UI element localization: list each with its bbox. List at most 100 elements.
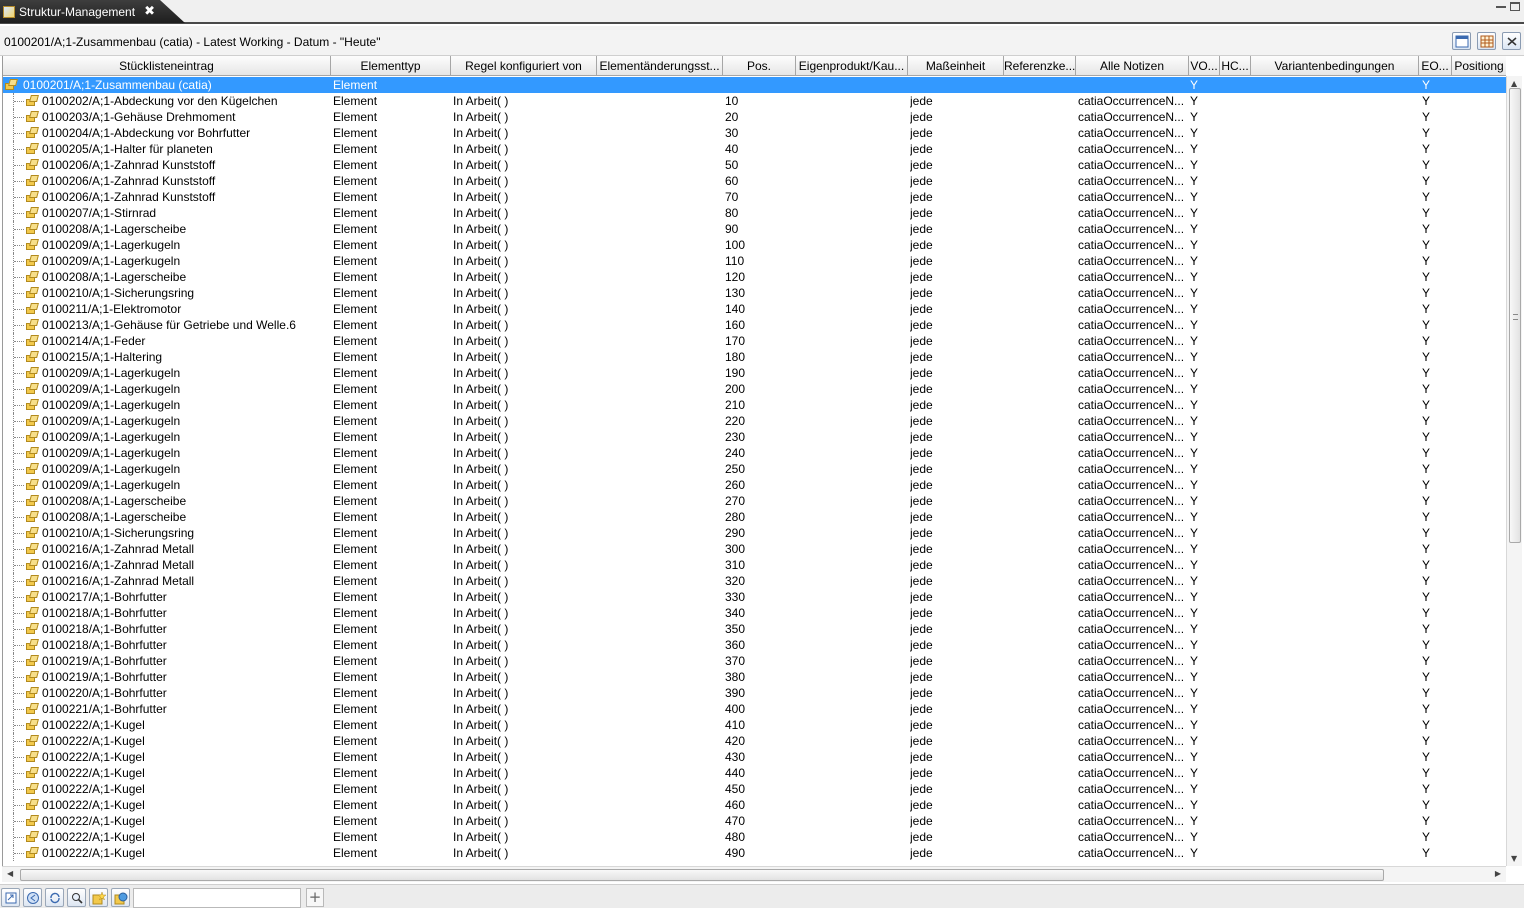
table-row[interactable]: 0100208/A;1-Lagerscheibe Element In Arbeit… — [3, 493, 1506, 509]
table-row[interactable]: 0100209/A;1-Lagerkugeln Element In Arbeit(… — [3, 397, 1506, 413]
search-input[interactable] — [133, 888, 301, 908]
scroll-right-icon[interactable]: ▶ — [1495, 869, 1501, 878]
table-row[interactable]: 0100222/A;1-Kugel Element In Arbeit( ) 440 j… — [3, 765, 1506, 781]
globe-button[interactable] — [111, 888, 130, 907]
scroll-down-icon[interactable]: ▼ — [1511, 854, 1517, 863]
column-header-notes[interactable]: Alle Notizen — [1076, 56, 1189, 76]
column-header-entry[interactable]: Stücklisteneintrag — [3, 56, 331, 76]
table-row[interactable]: 0100222/A;1-Kugel Element In Arbeit( ) 490 j… — [3, 845, 1506, 861]
column-header-variant[interactable]: Variantenbedingungen — [1251, 56, 1419, 76]
close-icon[interactable]: ✖ — [144, 4, 155, 19]
table-row[interactable]: 0100211/A;1-Elektromotor Element In Arbeit… — [3, 301, 1506, 317]
horizontal-scroll-thumb[interactable] — [20, 869, 1384, 881]
table-row[interactable]: 0100209/A;1-Lagerkugeln Element In Arbeit(… — [3, 477, 1506, 493]
table-row[interactable]: 0100220/A;1-Bohrfutter Element In Arbeit( … — [3, 685, 1506, 701]
column-header-unit[interactable]: Maßeinheit — [908, 56, 1004, 76]
table-row[interactable]: 0100216/A;1-Zahnrad Metall Element In Arbe… — [3, 557, 1506, 573]
vertical-scrollbar[interactable]: ▲ ▼ — [1506, 76, 1522, 866]
table-row[interactable]: 0100222/A;1-Kugel Element In Arbeit( ) 410 j… — [3, 717, 1506, 733]
table-row[interactable]: 0100209/A;1-Lagerkugeln Element In Arbeit(… — [3, 445, 1506, 461]
column-header-rule[interactable]: Regel konfiguriert von — [451, 56, 597, 76]
column-header-pos[interactable]: Pos. — [723, 56, 796, 76]
column-header-type[interactable]: Elementtyp — [331, 56, 451, 76]
maximize-button[interactable] — [1510, 2, 1520, 11]
table-row[interactable]: 0100219/A;1-Bohrfutter Element In Arbeit( … — [3, 653, 1506, 669]
table-row[interactable]: 0100219/A;1-Bohrfutter Element In Arbeit( … — [3, 669, 1506, 685]
column-header-eo[interactable]: EO... — [1419, 56, 1452, 76]
refresh-button[interactable] — [1, 888, 20, 907]
cell-pos: 310 — [725, 558, 746, 572]
table-row[interactable]: 0100208/A;1-Lagerscheibe Element In Arbeit… — [3, 509, 1506, 525]
table-row[interactable]: 0100214/A;1-Feder Element In Arbeit( ) 170 j… — [3, 333, 1506, 349]
tab-struktur-management[interactable]: Struktur-Management ✖ — [0, 0, 185, 23]
window-button[interactable] — [1452, 32, 1471, 50]
table-row[interactable]: 0100222/A;1-Kugel Element In Arbeit( ) 430 j… — [3, 749, 1506, 765]
table-row[interactable]: 0100208/A;1-Lagerscheibe Element In Arbeit… — [3, 269, 1506, 285]
table-row[interactable]: 0100203/A;1-Gehäuse Drehmoment Element In … — [3, 109, 1506, 125]
cell-entry: 0100205/A;1-Halter für planeten — [42, 142, 213, 156]
table-row[interactable]: 0100206/A;1-Zahnrad Kunststoff Element In … — [3, 189, 1506, 205]
cell-type: Element — [333, 94, 378, 108]
table-row[interactable]: 0100221/A;1-Bohrfutter Element In Arbeit( … — [3, 701, 1506, 717]
column-header-make-buy[interactable]: Eigenprodukt/Kau... — [796, 56, 908, 76]
table-row[interactable]: 0100209/A;1-Lagerkugeln Element In Arbeit(… — [3, 253, 1506, 269]
sync-button[interactable] — [45, 888, 64, 907]
table-row[interactable]: 0100213/A;1-Gehäuse für Getriebe und Wel… — [3, 317, 1506, 333]
table-row[interactable]: 0100222/A;1-Kugel Element In Arbeit( ) 460 j… — [3, 797, 1506, 813]
cell-pos: 450 — [725, 782, 746, 796]
cell-vo: Y — [1190, 78, 1199, 92]
cell-eo: Y — [1422, 622, 1431, 636]
part-icon — [26, 815, 39, 827]
table-row[interactable]: 0100205/A;1-Halter für planeten Element In… — [3, 141, 1506, 157]
table-row[interactable]: 0100222/A;1-Kugel Element In Arbeit( ) 480 j… — [3, 829, 1506, 845]
cell-notes: catiaOccurrenceN... — [1078, 686, 1185, 700]
table-row[interactable]: 0100216/A;1-Zahnrad Metall Element In Arbe… — [3, 541, 1506, 557]
back-button[interactable] — [23, 888, 42, 907]
table-row[interactable]: 0100216/A;1-Zahnrad Metall Element In Arbe… — [3, 573, 1506, 589]
column-header-vo[interactable]: VO... — [1189, 56, 1220, 76]
horizontal-scrollbar[interactable]: ◀ ▶ — [2, 866, 1506, 882]
find-button[interactable] — [67, 888, 86, 907]
table-row[interactable]: 0100209/A;1-Lagerkugeln Element In Arbeit(… — [3, 381, 1506, 397]
table-row[interactable]: 0100222/A;1-Kugel Element In Arbeit( ) 450 j… — [3, 781, 1506, 797]
vertical-scroll-thumb[interactable] — [1509, 88, 1521, 543]
table-row[interactable]: 0100209/A;1-Lagerkugeln Element In Arbeit(… — [3, 429, 1506, 445]
cell-unit: jede — [910, 382, 933, 396]
table-row[interactable]: 0100204/A;1-Abdeckung vor Bohrfutter Elem… — [3, 125, 1506, 141]
table-row[interactable]: 0100215/A;1-Haltering Element In Arbeit( )… — [3, 349, 1506, 365]
part-icon — [26, 831, 39, 843]
table-row[interactable]: 0100217/A;1-Bohrfutter Element In Arbeit( … — [3, 589, 1506, 605]
column-header-reference[interactable]: Referenzke... — [1004, 56, 1076, 76]
table-row[interactable]: 0100218/A;1-Bohrfutter Element In Arbeit( … — [3, 621, 1506, 637]
scroll-left-icon[interactable]: ◀ — [7, 869, 13, 878]
table-row[interactable]: 0100218/A;1-Bohrfutter Element In Arbeit( … — [3, 605, 1506, 621]
minimize-button[interactable] — [1496, 2, 1506, 8]
table-row[interactable]: 0100209/A;1-Lagerkugeln Element In Arbeit(… — [3, 461, 1506, 477]
table-row[interactable]: 0100202/A;1-Abdeckung vor den Kügelchen E… — [3, 93, 1506, 109]
table-row[interactable]: 0100210/A;1-Sicherungsring Element In Arbe… — [3, 525, 1506, 541]
cell-vo: Y — [1190, 638, 1199, 652]
scroll-up-icon[interactable]: ▲ — [1511, 79, 1517, 88]
table-row[interactable]: 0100207/A;1-Stirnrad Element In Arbeit( ) 8… — [3, 205, 1506, 221]
add-button[interactable]: + — [306, 888, 324, 907]
star-button[interactable] — [89, 888, 108, 907]
column-header-hc[interactable]: HC... — [1220, 56, 1251, 76]
cell-entry: 0100208/A;1-Lagerscheibe — [42, 270, 187, 284]
table-row-root[interactable]: 0100201/A;1-Zusammenbau (catia) Element … — [3, 77, 1506, 93]
table-row[interactable]: 0100209/A;1-Lagerkugeln Element In Arbeit(… — [3, 237, 1506, 253]
column-header-position[interactable]: Positiong — [1452, 56, 1506, 76]
table-row[interactable]: 0100206/A;1-Zahnrad Kunststoff Element In … — [3, 173, 1506, 189]
cell-entry: 0100210/A;1-Sicherungsring — [42, 526, 195, 540]
cell-unit: jede — [910, 350, 933, 364]
table-row[interactable]: 0100209/A;1-Lagerkugeln Element In Arbeit(… — [3, 413, 1506, 429]
table-row[interactable]: 0100206/A;1-Zahnrad Kunststoff Element In … — [3, 157, 1506, 173]
table-row[interactable]: 0100210/A;1-Sicherungsring Element In Arbe… — [3, 285, 1506, 301]
column-header-change-state[interactable]: Elementänderungsst... — [597, 56, 723, 76]
table-row[interactable]: 0100222/A;1-Kugel Element In Arbeit( ) 420 j… — [3, 733, 1506, 749]
table-row[interactable]: 0100208/A;1-Lagerscheibe Element In Arbeit… — [3, 221, 1506, 237]
table-row[interactable]: 0100218/A;1-Bohrfutter Element In Arbeit( … — [3, 637, 1506, 653]
table-row[interactable]: 0100222/A;1-Kugel Element In Arbeit( ) 470 j… — [3, 813, 1506, 829]
collapse-button[interactable] — [1502, 32, 1521, 50]
table-row[interactable]: 0100209/A;1-Lagerkugeln Element In Arbeit(… — [3, 365, 1506, 381]
table-button[interactable] — [1477, 32, 1496, 50]
